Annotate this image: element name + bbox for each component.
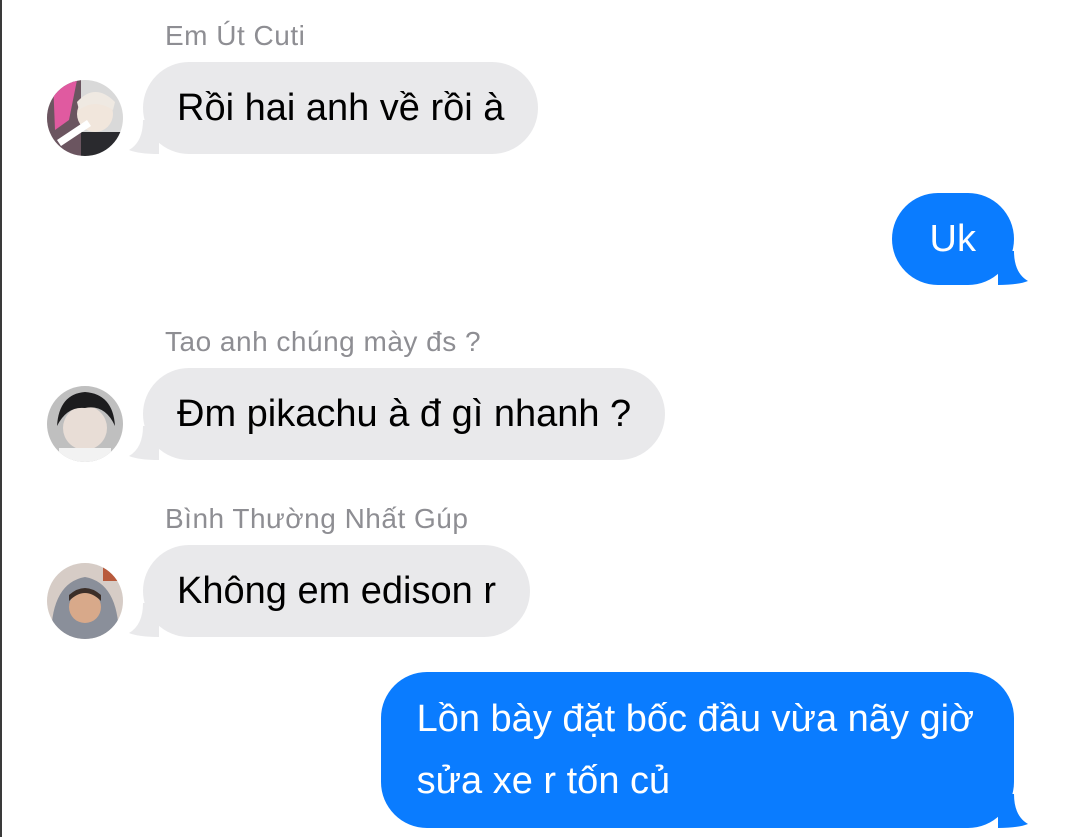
message-text: Không em edison r (177, 570, 496, 612)
avatar[interactable] (47, 563, 123, 639)
message-text: Đm pikachu à đ gì nhanh ? (177, 393, 632, 435)
user-avatar-dark-hair-icon (47, 386, 123, 462)
bubble-tail (129, 603, 159, 637)
bubble-tail (129, 426, 159, 460)
message-bubble-incoming[interactable]: Đm pikachu à đ gì nhanh ? (129, 368, 666, 460)
bubble-tail (998, 794, 1028, 828)
message-bubble-outgoing[interactable]: Lồn bày đặt bốc đầu vừa nãy giờ sửa xe r… (380, 672, 1028, 828)
user-avatar-hoodie-icon (47, 563, 123, 639)
window-edge (0, 0, 2, 837)
message-bubble-incoming[interactable]: Không em edison r (129, 545, 530, 637)
message-text: Uk (929, 218, 976, 260)
bubble-tail (129, 120, 159, 154)
bubble-tail (998, 251, 1028, 285)
sender-name: Bình Thường Nhất Gúp (165, 503, 469, 534)
avatar[interactable] (47, 80, 123, 156)
message-text-line: sửa xe r tốn củ (416, 760, 671, 802)
message-text-line: Lồn bày đặt bốc đầu vừa nãy giờ (416, 698, 974, 740)
sender-name: Tao anh chúng mày đs ? (165, 326, 482, 357)
user-avatar-pink-hair-icon (47, 80, 123, 156)
chat-thread: Em Út Cuti Rồi hai anh về rồi à Uk Tao a… (0, 0, 1080, 837)
message-bubble-outgoing[interactable]: Uk (891, 193, 1028, 285)
message-bubble-incoming[interactable]: Rồi hai anh về rồi à (129, 62, 539, 154)
message-text: Rồi hai anh về rồi à (177, 87, 505, 129)
sender-name: Em Út Cuti (165, 20, 306, 51)
avatar[interactable] (47, 386, 123, 462)
